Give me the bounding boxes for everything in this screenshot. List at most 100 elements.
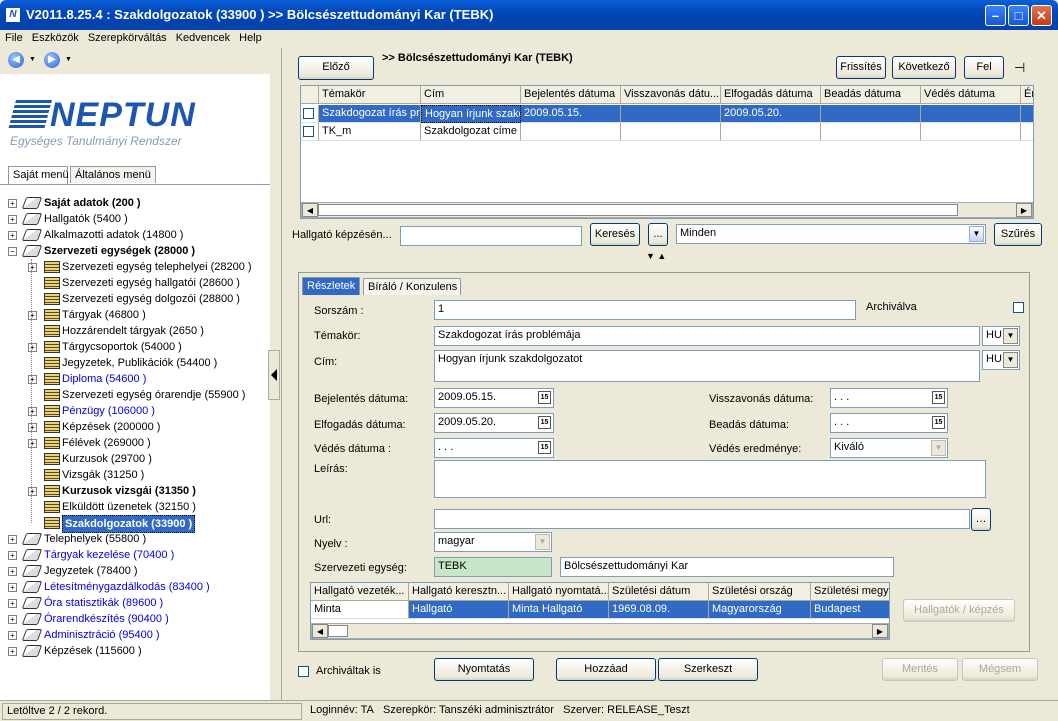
tree-item[interactable]: + Óra statisztikák (89600 ): [0, 595, 270, 611]
grid-header[interactable]: Hallgató vezeték...: [311, 583, 409, 601]
expand-icon[interactable]: +: [8, 583, 17, 592]
tree-item[interactable]: Jegyzetek, Publikációk (54400 ): [0, 355, 270, 371]
edit-button[interactable]: Szerkeszt: [658, 658, 758, 681]
chevron-down-icon[interactable]: ▼: [1003, 352, 1018, 368]
tree-item[interactable]: + Alkalmazotti adatok (14800 ): [0, 227, 270, 243]
scroll-right-icon[interactable]: ▶: [1016, 203, 1032, 217]
collapse-icon[interactable]: −: [8, 247, 17, 256]
tree-item[interactable]: Vizsgák (31250 ): [0, 467, 270, 483]
print-button[interactable]: Nyomtatás: [434, 658, 534, 681]
temakor-lang-select[interactable]: HU ▼: [982, 326, 1020, 346]
horizontal-scrollbar[interactable]: ◀ ▶: [301, 202, 1033, 218]
tab-own-menu[interactable]: Saját menü: [8, 166, 69, 184]
calendar-icon[interactable]: 15: [538, 416, 551, 429]
menu-favorites[interactable]: Kedvencek: [171, 30, 234, 44]
tree-item[interactable]: + Kurzusok vizsgái (31350 ): [0, 483, 270, 499]
tree-item[interactable]: + Tárgycsoportok (54000 ): [0, 339, 270, 355]
tree-item[interactable]: + Diploma (54600 ): [0, 371, 270, 387]
tree-item[interactable]: + Adminisztráció (95400 ): [0, 627, 270, 643]
next-button[interactable]: Következő: [892, 56, 956, 79]
filter-select[interactable]: Minden ▼: [676, 224, 986, 244]
up-button[interactable]: Fel: [964, 56, 1004, 79]
expand-icon[interactable]: +: [28, 407, 37, 416]
expand-icon[interactable]: +: [28, 343, 37, 352]
url-browse-button[interactable]: …: [971, 508, 991, 531]
grid-header[interactable]: Születési dátum: [609, 583, 709, 601]
tree-item[interactable]: + Telephelyek (55800 ): [0, 531, 270, 547]
tree-item[interactable]: + Jegyzetek (78400 ): [0, 563, 270, 579]
chevron-down-icon[interactable]: ▼: [535, 534, 550, 550]
tree-item[interactable]: Szervezeti egység dolgozói (28800 ): [0, 291, 270, 307]
bejelentes-date-field[interactable]: 2009.05.15.: [434, 388, 554, 408]
search-dots-button[interactable]: ...: [648, 223, 668, 246]
save-button[interactable]: Mentés: [882, 658, 958, 681]
expand-icon[interactable]: +: [28, 311, 37, 320]
expand-icon[interactable]: +: [8, 567, 17, 576]
tab-details[interactable]: Részletek: [302, 277, 360, 295]
add-button[interactable]: Hozzáad: [556, 658, 656, 681]
tree-item[interactable]: Hozzárendelt tárgyak (2650 ): [0, 323, 270, 339]
collapse-panel-handle[interactable]: [268, 350, 280, 400]
expand-icon[interactable]: +: [28, 423, 37, 432]
thesis-grid[interactable]: Témakör Cím Bejelentés dátuma Visszavonás d…: [300, 85, 1034, 219]
horizontal-scrollbar[interactable]: ◀ ▶: [311, 623, 889, 639]
menu-role-switch[interactable]: Szerepkörváltás: [83, 30, 171, 44]
grid-header[interactable]: Hallgató nyomtatá...: [509, 583, 609, 601]
calendar-icon[interactable]: 15: [932, 391, 945, 404]
expand-icon[interactable]: +: [28, 375, 37, 384]
scroll-right-icon[interactable]: ▶: [872, 624, 888, 638]
vedes-date-field[interactable]: . . .: [434, 438, 554, 458]
grid-header[interactable]: Születési ország: [709, 583, 811, 601]
calendar-icon[interactable]: 15: [538, 391, 551, 404]
url-field[interactable]: [434, 509, 970, 529]
grid-header[interactable]: Cím: [421, 86, 521, 104]
elfogadas-date-field[interactable]: 2009.05.20.: [434, 413, 554, 433]
tree-item[interactable]: Elküldött üzenetek (32150 ): [0, 499, 270, 515]
sorszam-field[interactable]: 1: [434, 300, 856, 320]
tree-item[interactable]: Szervezeti egység órarendje (55900 ): [0, 387, 270, 403]
tree-item[interactable]: + Szervezeti egység telephelyei (28200 ): [0, 259, 270, 275]
tab-reviewer[interactable]: Bíráló / Konzulens: [363, 278, 461, 295]
menu-help[interactable]: Help: [234, 30, 266, 44]
expand-icon[interactable]: +: [8, 631, 17, 640]
search-button[interactable]: Keresés: [590, 223, 640, 246]
expand-icon[interactable]: +: [28, 487, 37, 496]
cancel-button[interactable]: Mégsem: [962, 658, 1038, 681]
visszavonas-date-field[interactable]: . . .: [830, 388, 948, 408]
beadas-date-field[interactable]: . . .: [830, 413, 948, 433]
tab-general-menu[interactable]: Általános menü: [70, 166, 156, 183]
expand-icon[interactable]: +: [8, 615, 17, 624]
back-dropdown-icon[interactable]: ▼: [29, 56, 36, 63]
menu-file[interactable]: File: [0, 30, 27, 44]
grid-header[interactable]: Beadás dátuma: [821, 86, 921, 104]
leiras-field[interactable]: [434, 460, 986, 498]
calendar-icon[interactable]: 15: [538, 441, 551, 454]
tree-item[interactable]: + Tárgyak (46800 ): [0, 307, 270, 323]
grid-header[interactable]: Születési megye: [811, 583, 889, 601]
scroll-thumb[interactable]: [318, 204, 958, 216]
tree-item[interactable]: + Pénzügy (106000 ): [0, 403, 270, 419]
scroll-thumb[interactable]: [328, 625, 348, 637]
students-training-button[interactable]: Hallgatók / képzés: [903, 599, 1015, 622]
search-input[interactable]: [400, 226, 582, 246]
expand-icon[interactable]: +: [8, 551, 17, 560]
expand-icon[interactable]: +: [8, 231, 17, 240]
chevron-down-icon[interactable]: ▼: [1003, 328, 1018, 344]
row-checkbox[interactable]: [303, 126, 314, 137]
cim-lang-select[interactable]: HU ▼: [982, 350, 1020, 370]
grid-header[interactable]: Hallgató keresztn...: [409, 583, 509, 601]
cim-field[interactable]: Hogyan írjunk szakdolgozatot: [434, 350, 980, 382]
archived-checkbox[interactable]: [298, 666, 309, 677]
grid-header[interactable]: Elfogadás dátuma: [721, 86, 821, 104]
vedes-eredmeny-select[interactable]: Kiváló ▼: [830, 438, 948, 458]
pin-icon[interactable]: ⊣: [1014, 60, 1025, 76]
tree-item[interactable]: Szervezeti egység hallgatói (28600 ): [0, 275, 270, 291]
expand-icon[interactable]: +: [8, 199, 17, 208]
expand-icon[interactable]: +: [8, 599, 17, 608]
row-checkbox[interactable]: [303, 108, 314, 119]
back-icon[interactable]: ◀: [8, 52, 24, 68]
calendar-icon[interactable]: 15: [932, 416, 945, 429]
expand-icon[interactable]: +: [28, 439, 37, 448]
tree-item[interactable]: + Hallgatók (5400 ): [0, 211, 270, 227]
grid-header[interactable]: Védés dátuma: [921, 86, 1021, 104]
